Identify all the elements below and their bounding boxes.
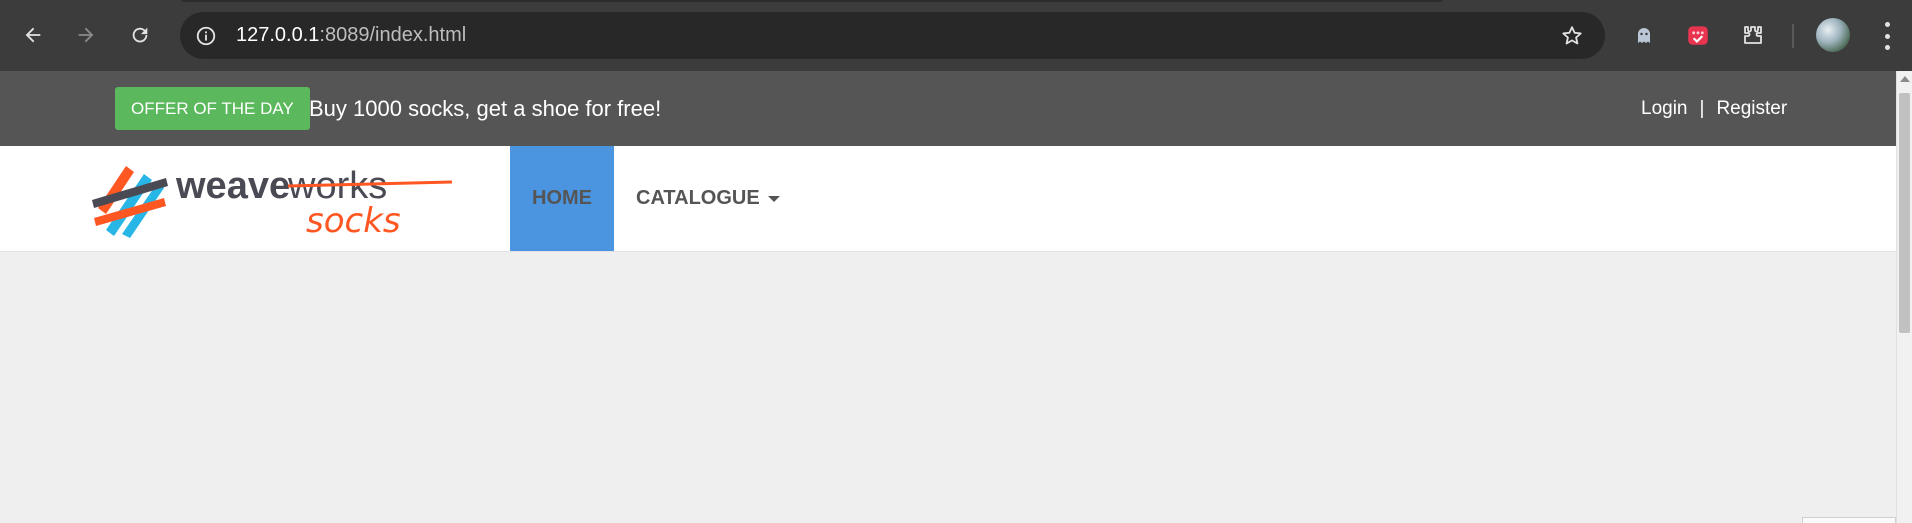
scrollbar-thumb[interactable] — [1899, 93, 1910, 333]
ghost-extension-icon — [1638, 28, 1650, 43]
calendar-extension-button[interactable] — [1683, 20, 1713, 50]
nav-home-label: HOME — [532, 187, 592, 209]
back-button[interactable] — [15, 17, 51, 53]
tab-strip-edge — [182, 0, 1442, 2]
arrow-right-icon — [78, 27, 94, 43]
logo-word-weave: weave — [175, 165, 290, 207]
star-icon — [1562, 26, 1582, 45]
caret-down-icon — [767, 195, 780, 202]
bookmark-star-button[interactable] — [1559, 23, 1585, 49]
info-icon[interactable] — [193, 23, 219, 49]
register-link[interactable]: Register — [1716, 98, 1787, 119]
puzzle-icon — [1744, 26, 1762, 44]
reload-icon — [132, 27, 148, 43]
page-corner-widget — [1802, 517, 1896, 523]
extensions-button[interactable] — [1738, 20, 1768, 50]
nav-home[interactable]: HOME — [510, 146, 614, 251]
calendar-extension-icon — [1688, 26, 1708, 45]
logo-word-socks: socks — [306, 201, 401, 240]
scroll-up-arrow-icon[interactable] — [1900, 76, 1910, 82]
avatar-icon[interactable] — [1816, 18, 1850, 52]
main-navbar: weave works socks HOME CATALOGUE — [0, 146, 1896, 252]
address-bar[interactable]: 127.0.0.1:8089/index.html — [180, 12, 1605, 59]
weaveworks-socks-logo[interactable]: weave works socks — [92, 160, 452, 240]
auth-separator: | — [1699, 98, 1705, 119]
url-host: 127.0.0.1 — [236, 24, 320, 46]
nav-catalogue-dropdown[interactable]: CATALOGUE — [636, 146, 780, 251]
ghost-extension-button[interactable] — [1629, 20, 1659, 50]
url-path: :8089/index.html — [319, 24, 467, 46]
web-page: OFFER OF THE DAY Buy 1000 socks, get a s… — [0, 71, 1912, 523]
forward-button[interactable] — [68, 17, 104, 53]
arrow-left-icon — [25, 27, 41, 43]
nav-catalogue-label: CATALOGUE — [636, 187, 760, 209]
login-link[interactable]: Login — [1641, 98, 1688, 119]
url-text[interactable]: 127.0.0.1:8089/index.html — [236, 12, 466, 59]
reload-button[interactable] — [122, 17, 158, 53]
offer-text: Buy 1000 socks, get a shoe for free! — [309, 96, 662, 121]
page-scrollbar[interactable] — [1896, 71, 1912, 523]
offer-badge[interactable]: OFFER OF THE DAY — [115, 87, 310, 130]
offer-topbar: OFFER OF THE DAY Buy 1000 socks, get a s… — [0, 71, 1896, 146]
toolbar-divider — [1792, 24, 1794, 48]
auth-links: Login | Register — [1641, 87, 1787, 130]
browser-toolbar: 127.0.0.1:8089/index.html — [0, 0, 1912, 71]
kebab-menu-icon[interactable] — [1876, 22, 1898, 50]
